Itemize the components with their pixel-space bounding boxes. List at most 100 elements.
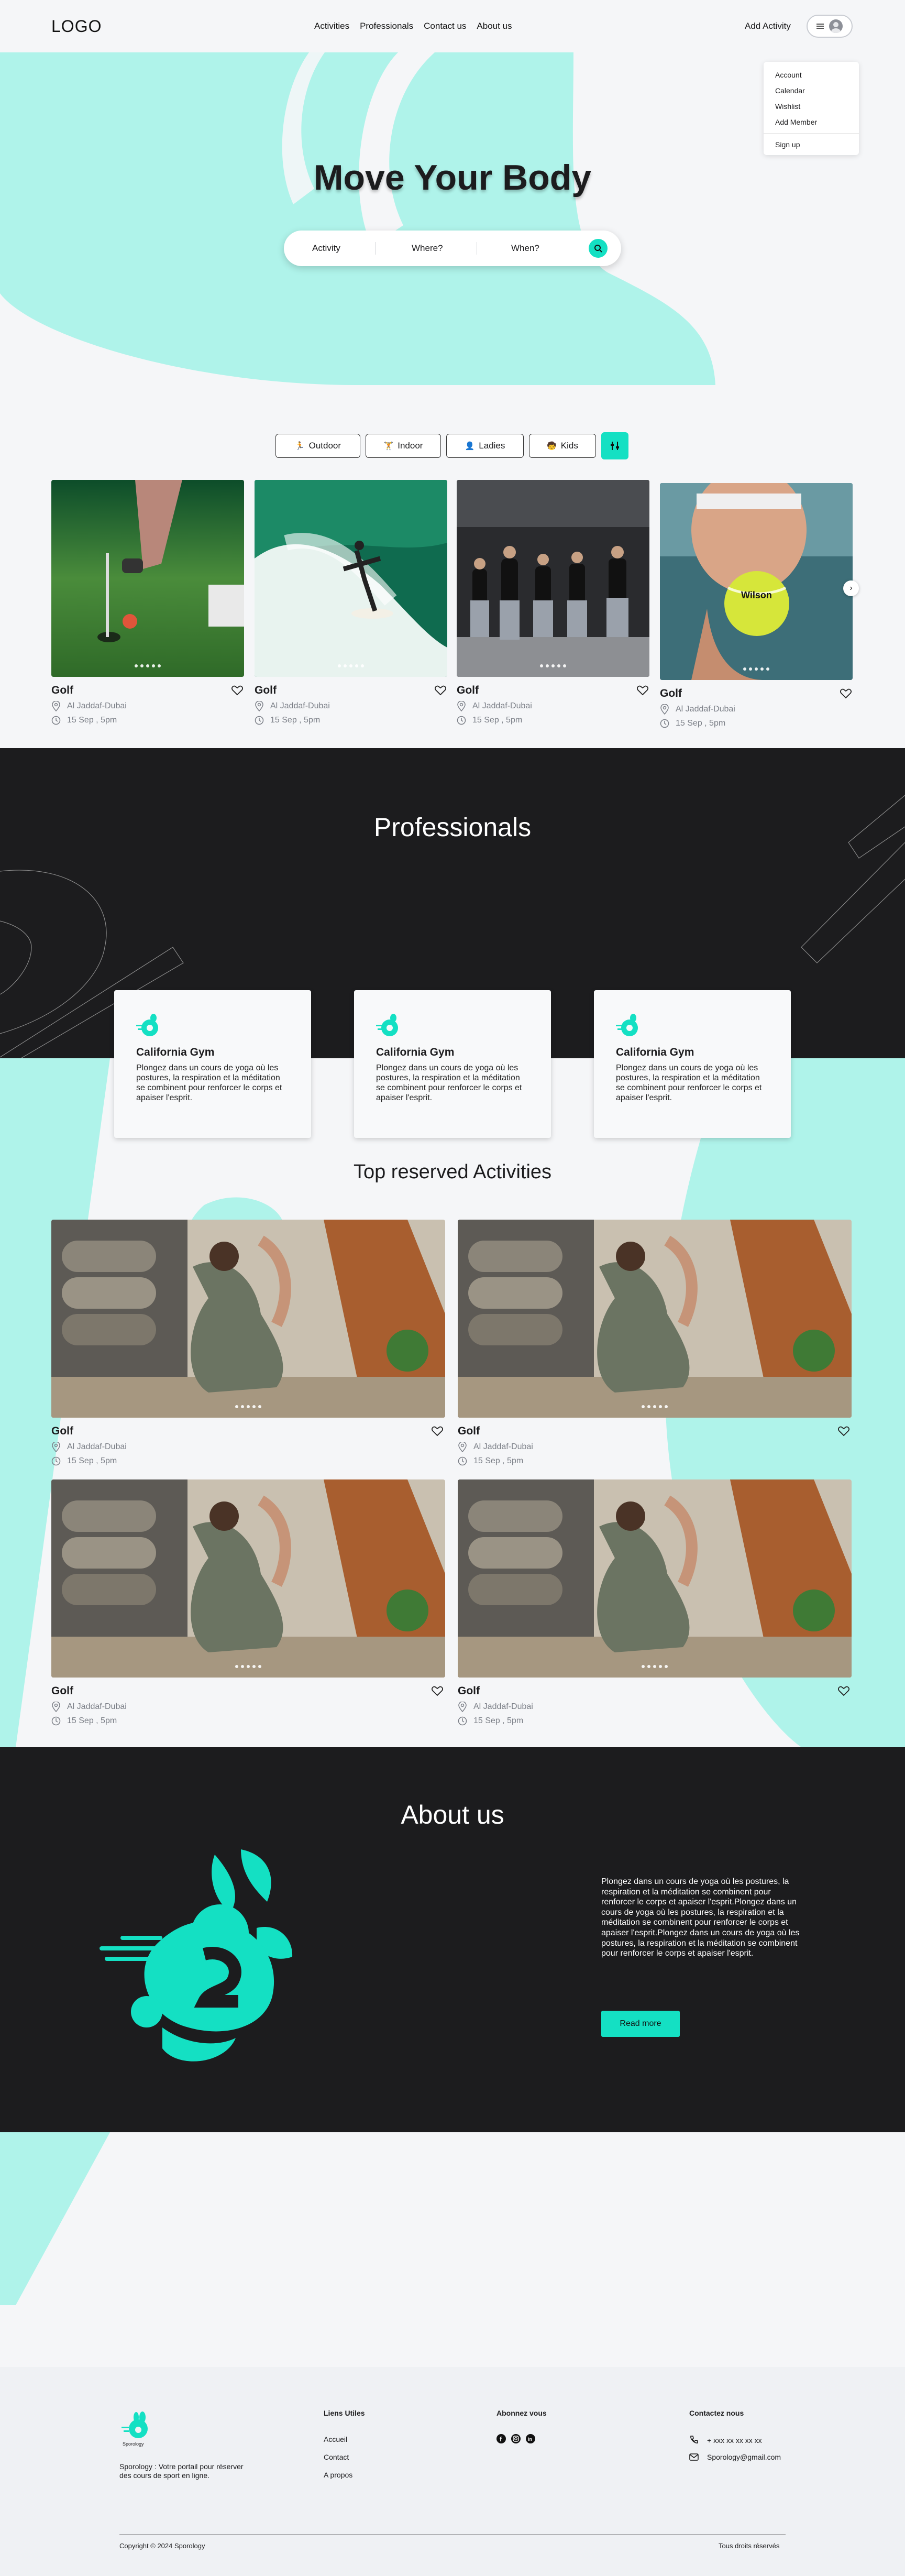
professional-name: California Gym (376, 1046, 455, 1058)
heart-icon[interactable] (432, 1686, 443, 1696)
activity-photo-yoga (458, 1479, 852, 1678)
search-icon (594, 245, 602, 253)
location-pin-icon (52, 1702, 60, 1712)
heart-icon[interactable] (838, 1686, 849, 1696)
location-text: Al Jaddaf-Dubai (67, 1702, 127, 1711)
carousel-next-button[interactable]: › (843, 580, 859, 596)
activity-card[interactable]: Golf Al Jaddaf-Dubai 15 Sep , 5pm (457, 480, 649, 725)
heart-icon[interactable] (637, 685, 648, 696)
activity-location: Al Jaddaf-Dubai (660, 704, 853, 715)
heart-icon[interactable] (435, 685, 446, 696)
activity-date: 15 Sep , 5pm (51, 716, 244, 725)
phone-icon (690, 2436, 698, 2443)
professional-card[interactable]: California Gym Plongez dans un cours de … (114, 990, 311, 1138)
carousel-dots[interactable] (135, 664, 161, 667)
footer-link-accueil[interactable]: Accueil (324, 2435, 347, 2443)
carousel-dots[interactable] (540, 664, 566, 667)
top-activity-card[interactable]: Golf Al Jaddaf-Dubai 15 Sep , 5pm (51, 1220, 445, 1466)
nav-about-us[interactable]: About us (477, 21, 512, 31)
date-text: 15 Sep , 5pm (676, 719, 726, 728)
menu-item-add-member[interactable]: Add Member (764, 114, 859, 130)
filter-ladies[interactable]: 👤 Ladies (446, 434, 524, 458)
heart-icon[interactable] (840, 688, 852, 699)
heart-icon[interactable] (838, 1426, 849, 1437)
read-more-button[interactable]: Read more (601, 2011, 680, 2037)
location-pin-icon (457, 701, 466, 711)
filter-settings-button[interactable] (601, 432, 628, 459)
add-activity-link[interactable]: Add Activity (745, 21, 791, 31)
search-where-field[interactable]: Where? (412, 243, 443, 254)
nav-contact-us[interactable]: Contact us (424, 21, 466, 31)
clock-icon (51, 1716, 61, 1726)
about-section: About us Plongez dans un cours de yoga o… (0, 1747, 905, 2132)
menu-divider (764, 133, 859, 134)
footer-links-title: Liens Utiles (324, 2409, 365, 2417)
woman-icon: 👤 (465, 442, 475, 451)
nav-professionals[interactable]: Professionals (360, 21, 413, 31)
user-menu-button[interactable] (807, 15, 853, 38)
professional-card[interactable]: California Gym Plongez dans un cours de … (594, 990, 791, 1138)
date-text: 15 Sep , 5pm (473, 1716, 524, 1725)
location-text: Al Jaddaf-Dubai (67, 1442, 127, 1451)
professional-card[interactable]: California Gym Plongez dans un cours de … (354, 990, 551, 1138)
filter-kids[interactable]: 🧒 Kids (529, 434, 596, 458)
date-text: 15 Sep , 5pm (67, 1456, 117, 1465)
top-activity-card[interactable]: Golf Al Jaddaf-Dubai 15 Sep , 5pm (458, 1220, 852, 1466)
heart-icon[interactable] (432, 1426, 443, 1437)
logo[interactable]: LOGO (51, 17, 102, 36)
instagram-icon[interactable] (511, 2434, 521, 2443)
facebook-icon[interactable]: f (496, 2434, 506, 2443)
activity-card[interactable]: Golf Al Jaddaf-Dubai 15 Sep , 5pm (255, 480, 447, 725)
section-title: About us (401, 1800, 504, 1829)
brand-name: Sporology (123, 2441, 144, 2447)
activity-card[interactable]: Wilson Golf Al Jaddaf-Dubai 15 Sep , 5pm (660, 483, 853, 728)
filter-indoor[interactable]: 🏋 Indoor (366, 434, 441, 458)
professional-name: California Gym (136, 1046, 215, 1058)
carousel-dots[interactable] (235, 1665, 261, 1668)
search-button[interactable] (589, 239, 608, 258)
rights-text: Tous droits réservés (719, 2542, 780, 2550)
nav-activities[interactable]: Activities (314, 21, 349, 31)
running-icon: 🏃 (294, 442, 305, 451)
professional-description: Plongez dans un cours de yoga où les pos… (136, 1064, 282, 1102)
menu-item-account[interactable]: Account (764, 67, 859, 83)
top-activity-card[interactable]: Golf Al Jaddaf-Dubai 15 Sep , 5pm (458, 1479, 852, 1726)
date-text: 15 Sep , 5pm (270, 716, 321, 725)
carousel-dots[interactable] (642, 1405, 668, 1408)
search-activity-field[interactable]: Activity (312, 243, 340, 254)
location-pin-icon (52, 1442, 60, 1452)
activity-date: 15 Sep , 5pm (255, 716, 447, 725)
menu-item-calendar[interactable]: Calendar (764, 83, 859, 98)
clock-icon (255, 716, 264, 725)
activity-location: Al Jaddaf-Dubai (255, 701, 447, 711)
activity-photo-yoga (51, 1220, 445, 1418)
dumbbell-icon: 🏋 (383, 442, 394, 451)
top-activity-card[interactable]: Golf Al Jaddaf-Dubai 15 Sep , 5pm (51, 1479, 445, 1726)
clock-icon (51, 1456, 61, 1466)
carousel-dots[interactable] (338, 664, 364, 667)
activity-date: 15 Sep , 5pm (51, 1456, 445, 1466)
footer-link-apropos[interactable]: A propos (324, 2471, 352, 2479)
professional-description: Plongez dans un cours de yoga où les pos… (616, 1064, 762, 1102)
about-description: Plongez dans un cours de yoga où les pos… (601, 1877, 800, 1958)
menu-item-wishlist[interactable]: Wishlist (764, 98, 859, 114)
contact-phone[interactable]: + xxx xx xx xx xx (707, 2436, 762, 2445)
date-text: 15 Sep , 5pm (67, 1716, 117, 1725)
activity-location: Al Jaddaf-Dubai (457, 701, 649, 711)
carousel-dots[interactable] (235, 1405, 261, 1408)
carousel-dots[interactable] (743, 667, 769, 671)
clock-icon (660, 719, 669, 728)
footer-link-contact[interactable]: Contact (324, 2453, 349, 2461)
heart-icon[interactable] (231, 685, 243, 696)
clock-icon (51, 716, 61, 725)
menu-item-sign-up[interactable]: Sign up (764, 137, 859, 152)
filter-outdoor[interactable]: 🏃 Outdoor (275, 434, 360, 458)
carousel-dots[interactable] (642, 1665, 668, 1668)
linkedin-icon[interactable]: in (526, 2434, 535, 2443)
activity-card[interactable]: Golf Al Jaddaf-Dubai 15 Sep , 5pm (51, 480, 244, 725)
site-footer: Sporology Sporology : Votre portail pour… (0, 2367, 905, 2576)
activity-date: 15 Sep , 5pm (458, 1716, 852, 1726)
search-when-field[interactable]: When? (511, 243, 539, 254)
footer-contact-title: Contactez nous (689, 2409, 744, 2417)
contact-email[interactable]: Sporology@gmail.com (707, 2453, 781, 2461)
